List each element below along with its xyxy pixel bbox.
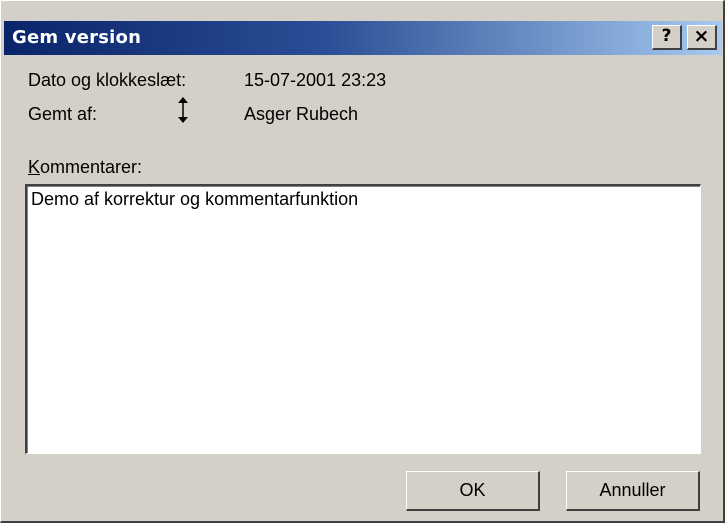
help-button[interactable]: ? (652, 25, 682, 50)
title-bar[interactable]: Gem version ? × (4, 21, 722, 55)
comments-textarea[interactable] (25, 184, 701, 454)
ok-button[interactable]: OK (406, 471, 540, 511)
resize-vertical-cursor-icon (178, 97, 188, 123)
close-button[interactable]: × (687, 25, 717, 50)
saved-by-label: Gemt af: (28, 104, 98, 124)
cancel-button[interactable]: Annuller (566, 471, 700, 511)
comments-label-rest: ommentarer: (40, 157, 143, 177)
comments-label-accesskey: K (28, 157, 41, 177)
date-label: Dato og klokkeslæt: (28, 70, 187, 90)
save-version-dialog: Gem version ? × Dato og klokkeslæt: 15-0… (0, 0, 725, 523)
date-value: 15-07-2001 23:23 (244, 70, 387, 90)
comments-label: Kommentarer: (28, 157, 142, 178)
saved-by-value: Asger Rubech (244, 104, 359, 124)
window-title: Gem version (12, 27, 142, 48)
